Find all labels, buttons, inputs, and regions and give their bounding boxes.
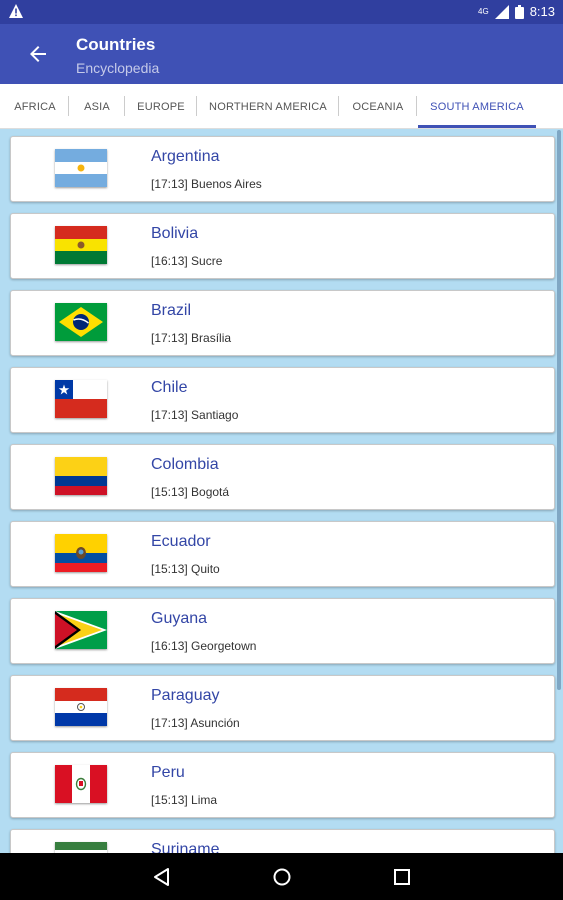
battery-icon [514,4,524,19]
country-name: Suriname [151,841,220,853]
country-name: Argentina [151,148,220,165]
list-item[interactable]: Peru [15:13] Lima [10,752,555,818]
country-capital: [15:13] Quito [151,562,220,576]
scrollbar[interactable] [557,130,561,690]
list-item[interactable]: Brazil [17:13] Brasília [10,290,555,356]
tab-south-america[interactable]: SOUTH AMERICA [418,84,536,128]
country-capital: [15:13] Lima [151,793,218,807]
list-item[interactable]: Chile [17:13] Santiago [10,367,555,433]
list-item[interactable]: Colombia [15:13] Bogotá [10,444,555,510]
country-capital: [17:13] Brasília [151,331,232,345]
list-item[interactable]: Argentina [17:13] Buenos Aires [10,136,555,202]
tab-northern-america[interactable]: NORTHERN AMERICA [200,84,336,128]
country-capital: [17:13] Asunción [151,716,240,730]
country-name: Chile [151,379,188,396]
navigation-bar [0,853,563,900]
brazil-flag-icon [55,303,107,341]
list-item[interactable]: Paraguay [17:13] Asunción [10,675,555,741]
peru-flag-icon [55,765,107,803]
status-bar: 4G 8:13 [0,0,563,24]
tab-divider [68,96,69,116]
page-title: Countries [76,35,156,54]
nav-back-icon[interactable] [150,865,174,889]
tab-divider [416,96,417,116]
country-name: Brazil [151,302,192,319]
app-bar: Countries Encyclopedia [0,24,563,84]
warning-icon [9,4,23,18]
suriname-flag-icon [55,842,107,853]
country-list[interactable]: Argentina [17:13] Buenos Aires Bolivia [… [0,128,563,853]
tab-europe[interactable]: EUROPE [128,84,194,128]
list-item[interactable]: Guyana [16:13] Georgetown [10,598,555,664]
country-capital: [16:13] Sucre [151,254,223,268]
country-name: Peru [151,764,185,781]
tab-divider [196,96,197,116]
tab-africa[interactable]: AFRICA [4,84,66,128]
country-name: Ecuador [151,533,211,550]
tab-divider [124,96,125,116]
country-capital: [16:13] Georgetown [151,639,257,653]
clock: 8:13 [529,4,555,19]
network-type: 4G [478,7,489,16]
colombia-flag-icon [55,457,107,495]
back-arrow-icon[interactable] [26,42,50,66]
tab-divider [338,96,339,116]
tab-asia[interactable]: ASIA [72,84,122,128]
list-item[interactable]: Ecuador [15:13] Quito [10,521,555,587]
bolivia-flag-icon [55,226,107,264]
ecuador-flag-icon [55,534,107,572]
list-item[interactable]: Bolivia [16:13] Sucre [10,213,555,279]
argentina-flag-icon [55,149,107,187]
country-name: Paraguay [151,687,220,704]
list-item[interactable]: Suriname [10,829,555,853]
country-name: Bolivia [151,225,199,242]
country-name: Colombia [151,456,219,473]
region-tabs: AFRICA ASIA EUROPE NORTHERN AMERICA OCEA… [0,84,563,129]
country-capital: [17:13] Santiago [151,408,239,422]
tab-oceania[interactable]: OCEANIA [342,84,414,128]
chile-flag-icon [55,380,107,418]
country-capital: [15:13] Bogotá [151,485,230,499]
nav-home-icon[interactable] [270,865,294,889]
page-subtitle: Encyclopedia [76,60,160,76]
country-name: Guyana [151,610,208,627]
guyana-flag-icon [55,611,107,649]
paraguay-flag-icon [55,688,107,726]
country-capital: [17:13] Buenos Aires [151,177,262,191]
nav-recents-icon[interactable] [390,865,414,889]
signal-icon [494,4,509,19]
